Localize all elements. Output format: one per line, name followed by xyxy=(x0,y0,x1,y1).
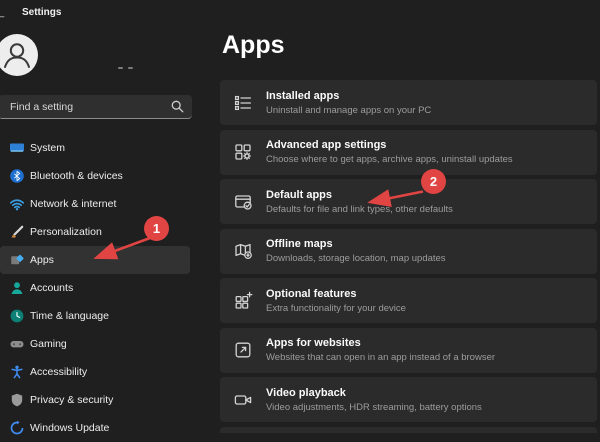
accessibility-icon xyxy=(9,364,25,380)
sidebar-item-time-language[interactable]: Time & language xyxy=(0,302,190,330)
card-title: Installed apps xyxy=(266,89,340,102)
sidebar-item-privacy-security[interactable]: Privacy & security xyxy=(0,386,190,414)
sidebar-item-label: Apps xyxy=(30,254,54,266)
search-icon xyxy=(171,100,184,113)
sidebar-item-accessibility[interactable]: Accessibility xyxy=(0,358,190,386)
page-title: Apps xyxy=(222,31,285,59)
back-icon[interactable]: ← xyxy=(0,7,7,23)
sidebar-item-accounts[interactable]: Accounts xyxy=(0,274,190,302)
card-apps-for-websites[interactable]: Apps for websites Websites that can open… xyxy=(220,327,597,373)
system-icon xyxy=(9,140,25,156)
time-language-icon xyxy=(9,308,25,324)
settings-list: Installed apps Uninstall and manage apps… xyxy=(220,80,597,433)
sidebar-item-label: Gaming xyxy=(30,338,67,350)
video-playback-icon xyxy=(220,390,266,410)
card-subtitle: Extra functionality for your device xyxy=(266,302,406,314)
sidebar-item-label: Accounts xyxy=(30,282,74,294)
card-advanced-app-settings[interactable]: Advanced app settings Choose where to ge… xyxy=(220,129,597,175)
card-offline-maps[interactable]: Offline maps Downloads, storage location… xyxy=(220,228,597,274)
search-field[interactable] xyxy=(0,95,192,119)
card-subtitle: Choose where to get apps, archive apps, … xyxy=(266,154,513,165)
network-icon xyxy=(9,196,25,212)
card-subtitle: Downloads, storage location, map updates xyxy=(266,253,446,264)
card-optional-features[interactable]: Optional features Extra functionality fo… xyxy=(220,278,597,323)
annotation-badge-1: 1 xyxy=(144,216,169,241)
card-title: Video playback xyxy=(266,386,346,399)
accounts-icon xyxy=(9,280,25,296)
apps-for-websites-icon xyxy=(220,340,266,360)
advanced-app-settings-icon xyxy=(220,142,266,162)
gaming-icon xyxy=(9,336,25,352)
sidebar-item-bluetooth-devices[interactable]: Bluetooth & devices xyxy=(0,162,190,190)
optional-features-icon xyxy=(220,291,266,311)
card-title: Apps for websites xyxy=(266,337,361,349)
person-icon xyxy=(4,43,30,68)
user-label-remnant xyxy=(118,67,133,69)
card-title: Advanced app settings xyxy=(266,139,387,151)
card-default-apps[interactable]: Default apps Defaults for file and link … xyxy=(220,179,597,224)
offline-maps-icon xyxy=(220,241,266,261)
card-subtitle: Video adjustments, HDR streaming, batter… xyxy=(266,401,482,413)
user-avatar[interactable] xyxy=(0,34,38,76)
card-title: Offline maps xyxy=(266,238,333,250)
default-apps-icon xyxy=(220,192,266,212)
sidebar-item-system[interactable]: System xyxy=(0,134,190,162)
sidebar-nav: System Bluetooth & devices Network & int… xyxy=(0,134,196,442)
sidebar-item-network-internet[interactable]: Network & internet xyxy=(0,190,190,218)
card-partial-next[interactable] xyxy=(220,426,597,433)
sidebar-item-label: Time & language xyxy=(30,310,109,322)
card-title: Optional features xyxy=(266,287,357,300)
sidebar-item-label: Personalization xyxy=(30,226,102,238)
sidebar-item-label: Windows Update xyxy=(30,422,110,434)
sidebar-item-windows-update[interactable]: Windows Update xyxy=(0,414,190,442)
sidebar-item-label: Bluetooth & devices xyxy=(30,170,123,182)
sidebar-item-label: System xyxy=(30,142,66,154)
personalization-icon xyxy=(9,224,25,240)
apps-icon xyxy=(9,252,25,268)
card-installed-apps[interactable]: Installed apps Uninstall and manage apps… xyxy=(220,80,597,125)
installed-apps-icon xyxy=(220,93,266,113)
sidebar-item-label: Network & internet xyxy=(30,198,117,210)
bluetooth-icon xyxy=(9,168,25,184)
card-subtitle: Websites that can open in an app instead… xyxy=(266,352,496,363)
window-title: Settings xyxy=(22,7,62,18)
sidebar-item-gaming[interactable]: Gaming xyxy=(0,330,190,358)
card-subtitle: Uninstall and manage apps on your PC xyxy=(266,104,432,116)
sidebar-item-label: Privacy & security xyxy=(30,394,114,406)
card-video-playback[interactable]: Video playback Video adjustments, HDR st… xyxy=(220,377,597,422)
card-subtitle: Defaults for file and link types, other … xyxy=(266,203,453,215)
search-input[interactable] xyxy=(0,95,192,118)
privacy-security-icon xyxy=(9,392,25,408)
sidebar-item-apps[interactable]: Apps xyxy=(0,246,190,274)
annotation-badge-2: 2 xyxy=(421,169,446,194)
sidebar-item-label: Accessibility xyxy=(30,366,88,378)
